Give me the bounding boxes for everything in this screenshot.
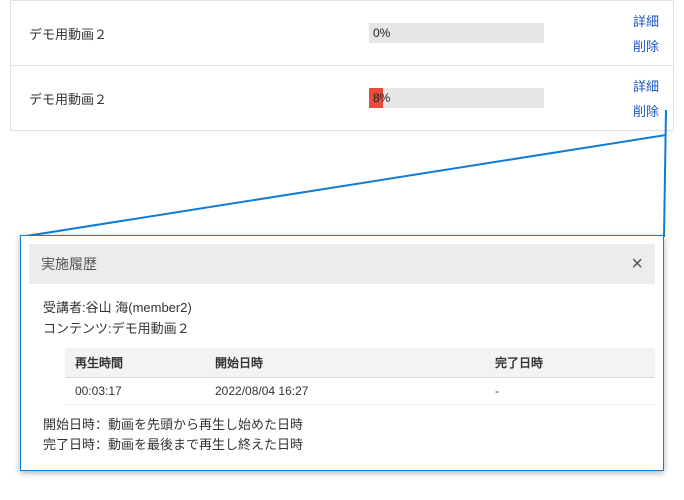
history-table: 再生時間 開始日時 完了日時 00:03:17 2022/08/04 16:27… xyxy=(65,348,655,405)
col-play-time: 再生時間 xyxy=(65,348,205,378)
video-title: デモ用動画２ xyxy=(29,89,369,108)
row-actions: 詳細 削除 xyxy=(633,11,659,55)
close-icon[interactable]: × xyxy=(631,254,643,274)
col-end-dt: 完了日時 xyxy=(485,348,655,378)
progress-bar: 8% xyxy=(369,88,544,108)
col-start-dt: 開始日時 xyxy=(205,348,485,378)
detail-title: 実施履歴 xyxy=(41,254,97,274)
content-line: コンテンツ:デモ用動画２ xyxy=(43,319,641,340)
progress-bar: 0% xyxy=(369,23,544,43)
progress-label: 0% xyxy=(369,26,390,40)
detail-header: 実施履歴 × xyxy=(29,244,655,284)
detail-link[interactable]: 詳細 xyxy=(633,76,659,95)
row-actions: 詳細 削除 xyxy=(633,76,659,120)
note-start: 開始日時：動画を先頭から再生し始めた日時 xyxy=(43,415,641,436)
cell-end-dt: - xyxy=(485,377,655,404)
video-title: デモ用動画２ xyxy=(29,24,369,43)
cell-play-time: 00:03:17 xyxy=(65,377,205,404)
detail-body: 受講者:谷山 海(member2) コンテンツ:デモ用動画２ 再生時間 開始日時… xyxy=(29,284,655,456)
video-list-panel: デモ用動画２ 0% 詳細 削除 デモ用動画２ 8% 詳細 削除 xyxy=(10,0,674,131)
notes: 開始日時：動画を先頭から再生し始めた日時 完了日時：動画を最後まで再生し終えた日… xyxy=(43,415,641,457)
video-row: デモ用動画２ 8% 詳細 削除 xyxy=(11,66,673,130)
content-label: コンテンツ: xyxy=(43,321,112,336)
learner-value: 谷山 海(member2) xyxy=(86,300,192,315)
delete-link[interactable]: 削除 xyxy=(633,36,659,55)
cell-start-dt: 2022/08/04 16:27 xyxy=(205,377,485,404)
video-row: デモ用動画２ 0% 詳細 削除 xyxy=(11,1,673,66)
note-end: 完了日時：動画を最後まで再生し終えた日時 xyxy=(43,435,641,456)
content-value: デモ用動画２ xyxy=(112,321,190,336)
history-detail-panel: 実施履歴 × 受講者:谷山 海(member2) コンテンツ:デモ用動画２ 再生… xyxy=(20,235,664,471)
learner-label: 受講者: xyxy=(43,300,86,315)
learner-line: 受講者:谷山 海(member2) xyxy=(43,298,641,319)
history-row: 00:03:17 2022/08/04 16:27 - xyxy=(65,377,655,404)
progress-label: 8% xyxy=(369,91,390,105)
detail-link[interactable]: 詳細 xyxy=(633,11,659,30)
delete-link[interactable]: 削除 xyxy=(633,101,659,120)
